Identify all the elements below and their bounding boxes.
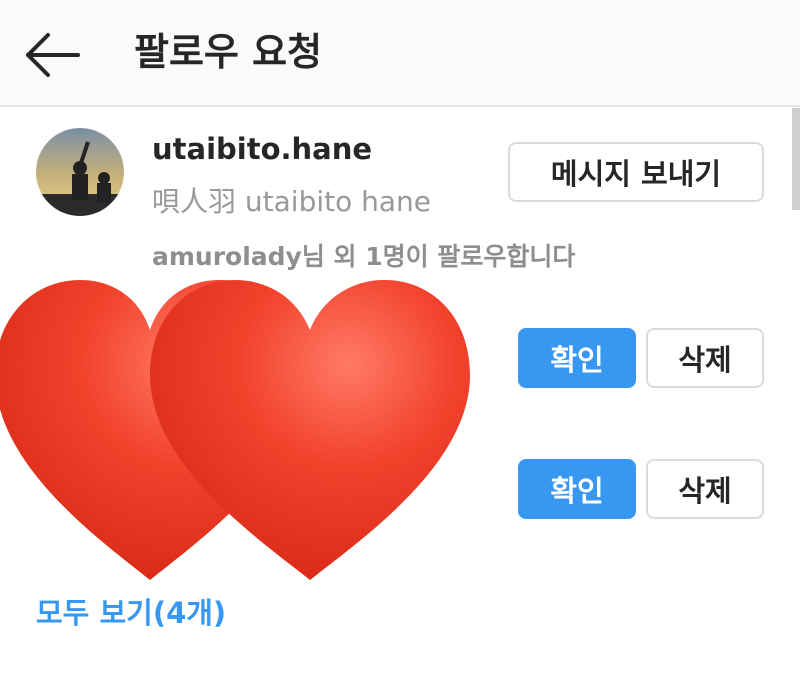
heart-overlay — [0, 280, 470, 580]
scrollbar[interactable] — [792, 108, 800, 210]
avatar-image — [36, 128, 124, 216]
back-button[interactable] — [22, 24, 84, 86]
send-message-button[interactable]: 메시지 보내기 — [508, 142, 764, 202]
delete-button[interactable]: 삭제 — [646, 328, 764, 388]
see-all-link[interactable]: 모두 보기(4개) — [36, 590, 226, 632]
delete-button[interactable]: 삭제 — [646, 459, 764, 519]
mutual-followers-text: amurolady님 외 1명이 팔로우합니다 — [152, 242, 576, 271]
username[interactable]: utaibito.hane — [152, 132, 372, 166]
confirm-button[interactable]: 확인 — [518, 328, 636, 388]
arrow-left-icon — [26, 33, 80, 77]
heart-icon — [150, 280, 470, 580]
avatar[interactable] — [36, 128, 124, 216]
top-bar: 팔로우 요청 — [0, 0, 800, 107]
page-title: 팔로우 요청 — [134, 30, 323, 74]
heart-icon — [0, 280, 305, 580]
full-name: 唄人羽 utaibito hane — [152, 185, 432, 218]
confirm-button[interactable]: 확인 — [518, 459, 636, 519]
